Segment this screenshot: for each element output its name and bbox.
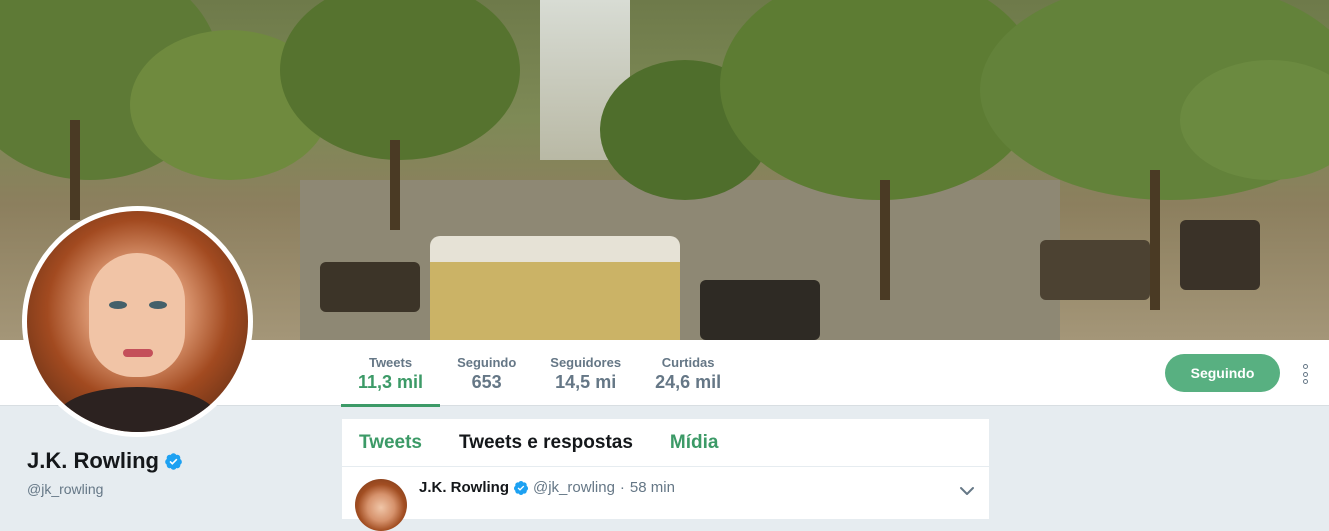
profile-avatar[interactable] — [22, 206, 253, 437]
timeline: Tweets Tweets e respostas Mídia J.K. Row… — [342, 419, 989, 531]
tab-tweets[interactable]: Tweets — [359, 432, 422, 454]
tab-tweets-and-replies[interactable]: Tweets e respostas — [459, 432, 633, 454]
stat-value: 653 — [471, 372, 502, 392]
tweet-separator: · — [619, 479, 625, 496]
stat-label: Tweets — [368, 355, 413, 370]
stat-label: Seguindo — [457, 355, 517, 370]
timeline-tabs: Tweets Tweets e respostas Mídia — [342, 419, 989, 467]
tweet-author-name[interactable]: J.K. Rowling — [419, 479, 509, 496]
more-vertical-icon[interactable] — [1298, 364, 1312, 384]
stat-value: 24,6 mil — [655, 372, 722, 392]
tweet-item[interactable]: J.K. Rowling @jk_rowling · 58 min — [342, 467, 989, 531]
tweet-avatar[interactable] — [355, 479, 407, 531]
stat-value: 14,5 mi — [555, 372, 617, 392]
profile-handle[interactable]: @jk_rowling — [27, 481, 183, 497]
avatar-image — [27, 211, 248, 432]
tweet-header: J.K. Rowling @jk_rowling · 58 min — [419, 479, 675, 496]
stat-label: Curtidas — [661, 355, 715, 370]
profile-name-row: J.K. Rowling — [27, 448, 183, 474]
stat-followers[interactable]: Seguidores 14,5 mi — [533, 340, 638, 407]
stat-likes[interactable]: Curtidas 24,6 mil — [638, 340, 738, 407]
stat-following[interactable]: Seguindo 653 — [440, 340, 533, 407]
chevron-down-icon[interactable] — [959, 485, 975, 497]
profile-header-card: J.K. Rowling @jk_rowling — [27, 448, 183, 497]
stat-value: 11,3 mil — [358, 372, 424, 392]
following-button[interactable]: Seguindo — [1165, 354, 1280, 392]
tab-media[interactable]: Mídia — [670, 432, 719, 454]
verified-badge-icon — [165, 452, 182, 470]
tweet-timestamp[interactable]: 58 min — [630, 479, 675, 496]
stat-label: Seguidores — [550, 355, 622, 370]
profile-stats: Tweets 11,3 mil Seguindo 653 Seguidores … — [341, 340, 738, 407]
stat-tweets[interactable]: Tweets 11,3 mil — [341, 340, 441, 407]
tweet-author-handle[interactable]: @jk_rowling — [533, 479, 615, 496]
verified-badge-icon — [514, 480, 529, 495]
profile-name[interactable]: J.K. Rowling — [27, 448, 159, 474]
